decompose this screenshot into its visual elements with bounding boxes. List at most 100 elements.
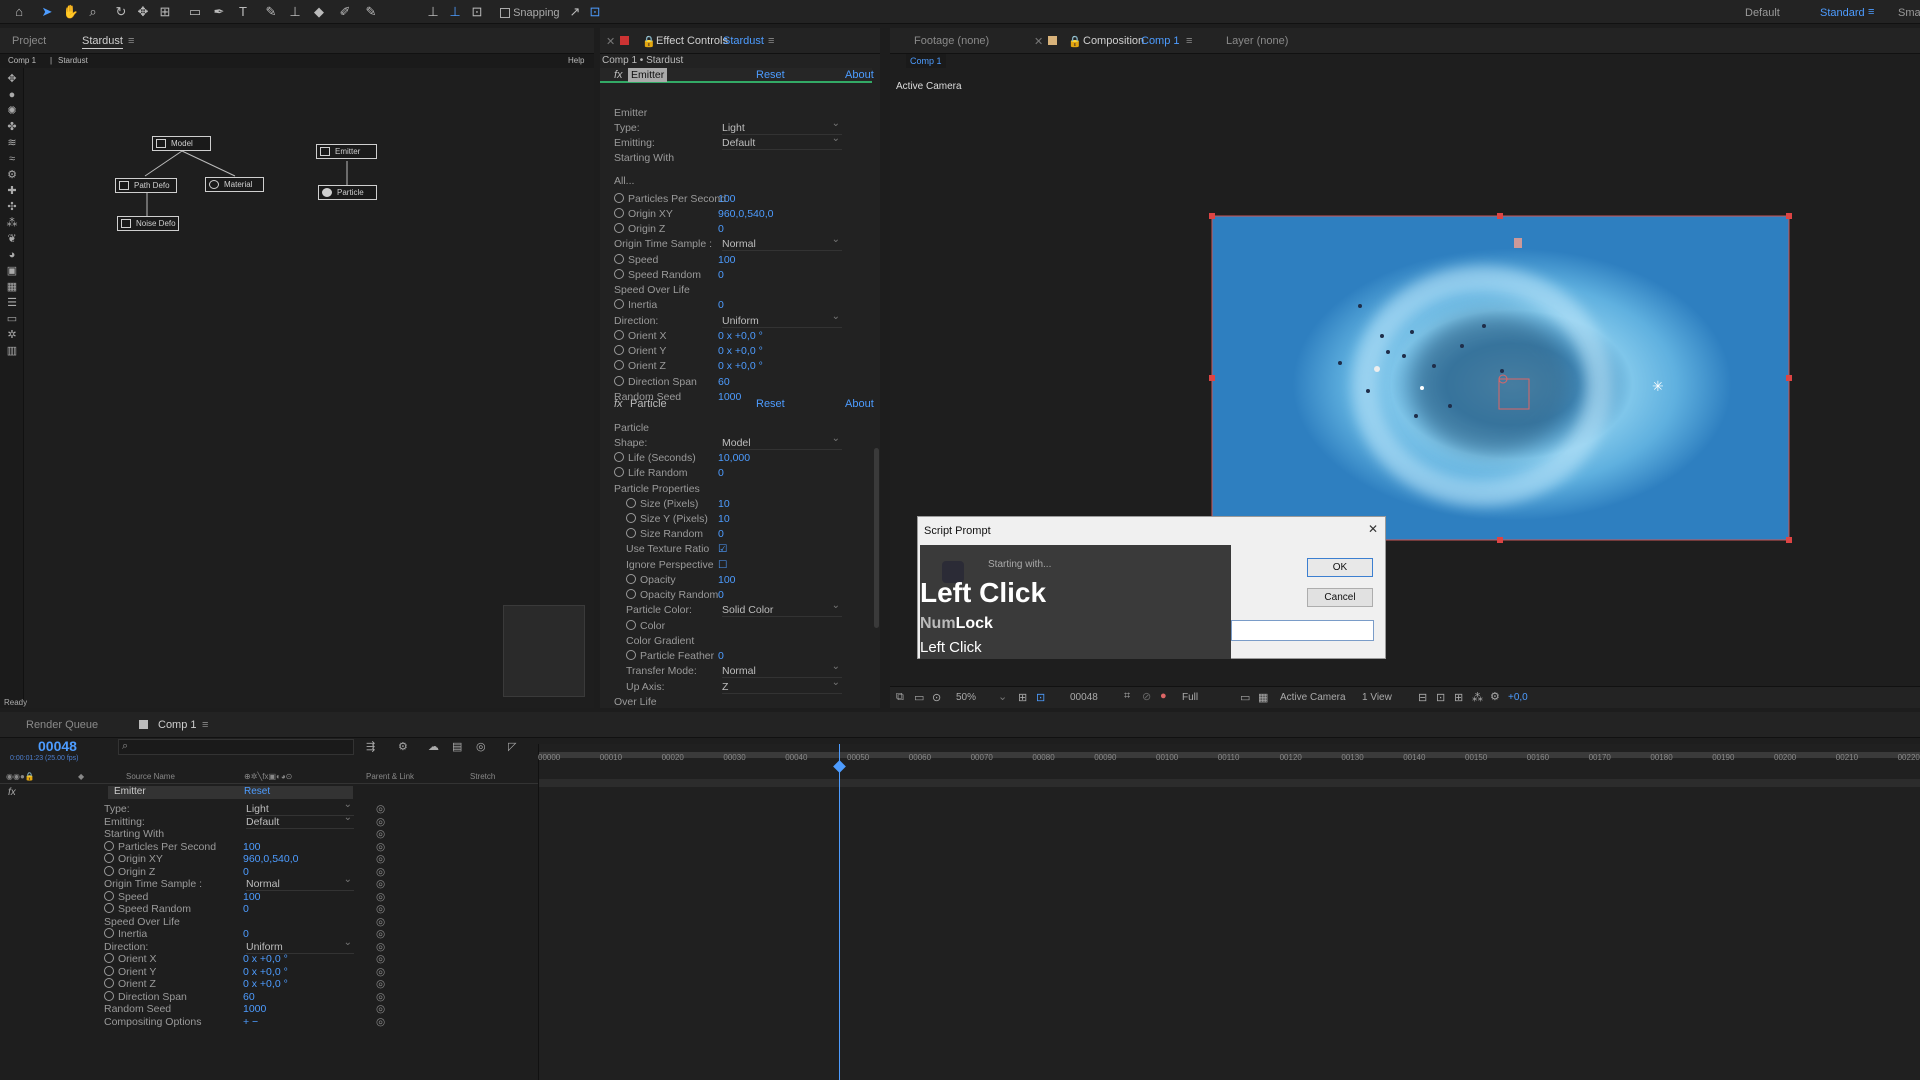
prows-row-14[interactable]: Color Gradient (626, 634, 694, 649)
timeline-prop-value-4[interactable]: 960,0,540,0 (243, 852, 298, 867)
shy-layers-icon[interactable]: ☁ (428, 740, 439, 753)
stopwatch-icon[interactable] (614, 223, 624, 233)
zoom-select[interactable]: 50% (956, 692, 976, 703)
draft-3d-icon[interactable]: ⚙ (398, 740, 408, 753)
prows-row-2[interactable]: Life (Seconds) (614, 451, 696, 466)
tab-comp1-timeline[interactable]: Comp 1 (158, 719, 197, 731)
current-time-indicator[interactable] (839, 744, 840, 1080)
timeline-prop-value-17[interactable]: + − (243, 1015, 258, 1030)
prows-row-9[interactable]: Ignore Perspective (626, 558, 714, 573)
emitter-layer-row[interactable]: Emitter Reset (108, 786, 353, 799)
rows-row-7[interactable]: Origin Z (614, 222, 665, 237)
rows-row-8[interactable]: Origin Time Sample : (614, 237, 712, 252)
timeline-stopwatch-icon[interactable] (104, 928, 114, 938)
rows-row-6[interactable]: Origin XY (614, 207, 673, 222)
timeline-stopwatch-icon[interactable] (104, 840, 114, 851)
rotate-tool-icon[interactable]: ↻ (112, 3, 130, 21)
timeline-search-input[interactable] (135, 741, 351, 753)
source-name-header[interactable]: Source Name (126, 772, 175, 781)
snap-option-icon[interactable]: ↗ (566, 3, 584, 21)
dialog-close-button[interactable]: ✕ (1368, 522, 1378, 536)
mask-visibility-icon[interactable]: ⊡ (1036, 691, 1045, 704)
rows-value-9[interactable]: 100 (718, 253, 736, 268)
playhead-handle[interactable] (833, 760, 846, 773)
rows-row-17[interactable]: Direction Span (614, 375, 697, 390)
rows-value-7[interactable]: 0 (718, 222, 724, 237)
prows-value-12[interactable]: Solid Color (722, 599, 842, 617)
rows-value-10[interactable]: 0 (718, 268, 724, 283)
rows-value-14[interactable]: 0 x +0,0 ° (718, 329, 763, 344)
timeline-search[interactable]: ⌕ (118, 739, 354, 755)
stopwatch-icon[interactable] (614, 360, 624, 370)
view-layout-select[interactable]: 1 View (1362, 692, 1392, 703)
prows-row-10[interactable]: Opacity (626, 573, 676, 588)
rows-row-10[interactable]: Speed Random (614, 268, 701, 283)
pan-behind-tool-icon[interactable]: ⊞ (156, 3, 174, 21)
timeline-stopwatch-icon[interactable] (104, 953, 114, 963)
prows-row-4[interactable]: Particle Properties (614, 482, 700, 497)
stretch-header[interactable]: Stretch (470, 772, 495, 781)
workspace-default[interactable]: Default (1745, 7, 1780, 19)
rows-row-14[interactable]: Orient X (614, 329, 667, 344)
workspace-menu-icon[interactable]: ≡ (1868, 6, 1874, 18)
expression-pickwhip-icon[interactable]: ◎ (376, 1015, 385, 1030)
show-snapshot-icon[interactable]: ⊘ (1142, 690, 1151, 703)
prows-row-17[interactable]: Up Axis: (626, 680, 665, 695)
rows-row-12[interactable]: Inertia (614, 298, 657, 313)
timeline-prop-value-8[interactable]: 0 (243, 902, 249, 917)
prompt-input[interactable] (1231, 620, 1374, 641)
timeline-reset-link[interactable]: Reset (244, 786, 270, 797)
rows-row-0[interactable]: Emitter (614, 106, 647, 121)
always-preview-icon[interactable]: ⧉ (896, 691, 904, 704)
rows-value-17[interactable]: 60 (718, 375, 730, 390)
rows-row-13[interactable]: Direction: (614, 314, 658, 329)
rows-row-15[interactable]: Orient Y (614, 344, 666, 359)
prows-row-16[interactable]: Transfer Mode: (626, 664, 697, 679)
camera-view-select[interactable]: Active Camera (1280, 692, 1346, 703)
prows-value-8[interactable]: ☑ (718, 542, 727, 557)
stopwatch-icon[interactable] (614, 467, 624, 477)
node-emitter[interactable]: Emitter (316, 144, 377, 159)
rows-value-15[interactable]: 0 x +0,0 ° (718, 344, 763, 359)
rows-row-4[interactable]: All... (614, 174, 634, 189)
eraser-tool-icon[interactable]: ◆ (310, 3, 328, 21)
rows-row-2[interactable]: Emitting: (614, 136, 655, 151)
current-frame[interactable]: 00048 (1070, 692, 1098, 703)
snapping-toggle[interactable]: Snapping (500, 7, 560, 19)
node-material[interactable]: Material (205, 177, 264, 192)
tab-render-queue[interactable]: Render Queue (26, 719, 98, 731)
timecode-display[interactable]: 00048 (38, 738, 77, 754)
graph-editor-icon[interactable]: ◸ (508, 740, 516, 753)
exposure-reset-icon[interactable]: ⚙ (1490, 690, 1500, 703)
timeline-prop-row-17[interactable]: Compositing Options (104, 1015, 201, 1030)
fast-preview-icon[interactable]: ⊡ (1436, 691, 1445, 704)
prows-row-12[interactable]: Particle Color: (626, 603, 692, 618)
prows-value-1[interactable]: Model (722, 432, 842, 450)
prows-row-18[interactable]: Over Life (614, 695, 657, 708)
node-model[interactable]: Model (152, 136, 211, 151)
prows-row-15[interactable]: Particle Feather (626, 649, 714, 664)
parent-header[interactable]: Parent & Link (366, 772, 414, 781)
timeline-menu-icon[interactable]: ≡ (202, 719, 208, 731)
timeline-stopwatch-icon[interactable] (104, 903, 114, 913)
camera-tool-icon[interactable]: ✥ (134, 3, 152, 21)
label-column-icon[interactable]: ◆ (78, 772, 84, 781)
prows-value-17[interactable]: Z (722, 676, 842, 694)
stopwatch-icon[interactable] (626, 498, 636, 508)
prows-value-3[interactable]: 0 (718, 466, 724, 481)
stopwatch-icon[interactable] (626, 650, 636, 660)
prows-row-6[interactable]: Size Y (Pixels) (626, 512, 708, 527)
prows-row-1[interactable]: Shape: (614, 436, 647, 451)
stopwatch-icon[interactable] (614, 254, 624, 264)
timeline-stopwatch-icon[interactable] (104, 865, 114, 876)
monitor-icon[interactable]: ▭ (914, 691, 924, 704)
hand-tool-icon[interactable]: ✋ (62, 3, 80, 21)
stopwatch-icon[interactable] (614, 208, 624, 218)
node-path-defo[interactable]: Path Defo (115, 178, 177, 193)
frame-blending-icon[interactable]: ▤ (452, 740, 462, 753)
particle-fx-icon[interactable]: fx (614, 398, 623, 410)
roto-brush-tool-icon[interactable]: ✐ (336, 3, 354, 21)
prows-row-0[interactable]: Particle (614, 421, 649, 436)
stopwatch-icon[interactable] (626, 513, 636, 523)
prows-row-11[interactable]: Opacity Random (626, 588, 718, 603)
